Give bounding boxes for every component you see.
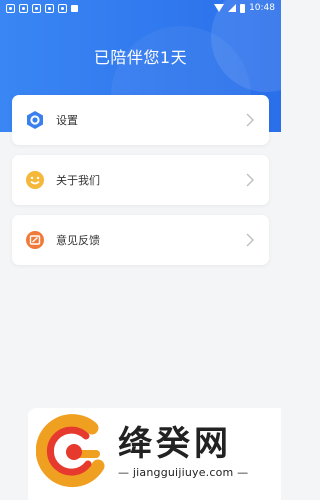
watermark-title: 绛癸网 <box>118 424 232 464</box>
battery-icon <box>240 3 246 13</box>
menu-item-label: 设置 <box>56 114 78 127</box>
watermark-url: — jiangguijiuye.com — <box>118 466 249 479</box>
menu-item-label: 意见反馈 <box>56 234 100 247</box>
watermark-logo-icon <box>35 414 112 490</box>
menu-item-settings[interactable]: 设置 <box>12 95 269 145</box>
chevron-right-icon <box>243 113 257 127</box>
smiley-icon <box>24 169 46 191</box>
notification-icon <box>71 4 78 12</box>
menu-item-feedback[interactable]: 意见反馈 <box>12 215 269 265</box>
notification-icon <box>6 3 15 13</box>
chevron-right-icon <box>243 173 257 187</box>
status-time: 10:48 <box>249 3 275 13</box>
feedback-icon <box>24 229 46 251</box>
companion-days-title: 已陪伴您1天 <box>93 48 188 67</box>
notification-icon <box>58 3 67 13</box>
notification-icon <box>45 3 54 13</box>
system-icons: 10:48 <box>214 3 275 13</box>
status-bar: 10:48 <box>0 0 281 16</box>
menu-item-label: 关于我们 <box>56 174 100 187</box>
chevron-right-icon <box>243 233 257 247</box>
screen: 10:48 已陪伴您1天 设置 关于我们 意见反馈 绛癸网 — jianggui… <box>0 0 281 500</box>
notification-icons <box>6 3 78 13</box>
hexagon-settings-icon <box>24 109 46 131</box>
signal-icon <box>228 4 237 12</box>
notification-icon <box>19 3 28 13</box>
wifi-icon <box>214 4 225 12</box>
menu-item-about-us[interactable]: 关于我们 <box>12 155 269 205</box>
notification-icon <box>32 3 41 13</box>
